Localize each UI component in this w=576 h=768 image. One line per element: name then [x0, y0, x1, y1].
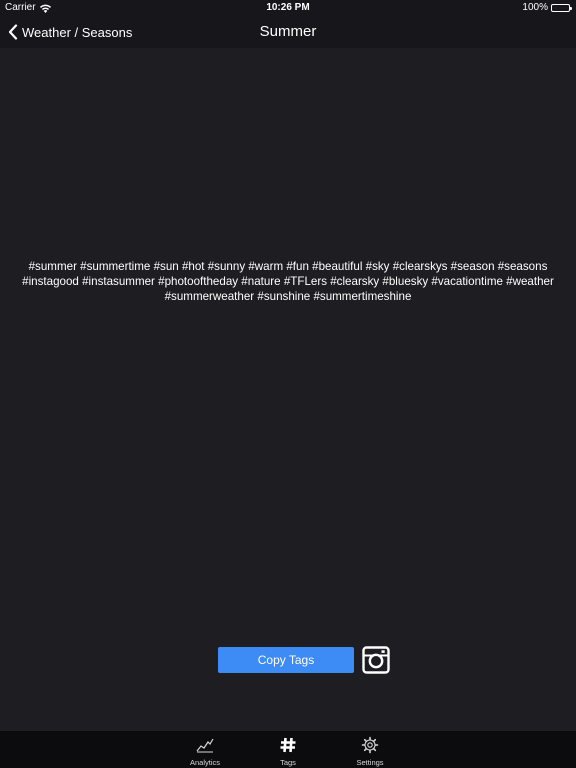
tab-bar: Analytics Tags Settings [0, 731, 576, 768]
gear-icon [361, 736, 379, 754]
tab-settings[interactable]: Settings [340, 731, 400, 768]
battery-indicator: 100% [522, 0, 572, 16]
chart-line-icon [196, 738, 214, 753]
instagram-icon[interactable] [362, 646, 390, 674]
status-time: 10:26 PM [266, 2, 310, 13]
hashtag-list: #summer #summertime #sun #hot #sunny #wa… [22, 260, 554, 303]
navigation-bar: Weather / Seasons Summer [0, 16, 576, 48]
hashtag-icon [280, 737, 296, 753]
battery-icon [551, 4, 572, 12]
tab-settings-label: Settings [356, 758, 384, 767]
tab-analytics-label: Analytics [189, 758, 220, 767]
page-title: Summer [259, 23, 317, 40]
battery-percent: 100% [522, 2, 548, 13]
tab-analytics[interactable]: Analytics [175, 731, 235, 768]
tab-tags-label: Tags [280, 758, 296, 767]
copy-tags-button[interactable]: Copy Tags [218, 647, 354, 673]
status-bar: Carrier 10:26 PM 100% [0, 0, 576, 16]
tab-tags[interactable]: Tags [258, 731, 318, 768]
app-screen: Carrier 10:26 PM 100% Weather / Seasons … [0, 0, 576, 768]
